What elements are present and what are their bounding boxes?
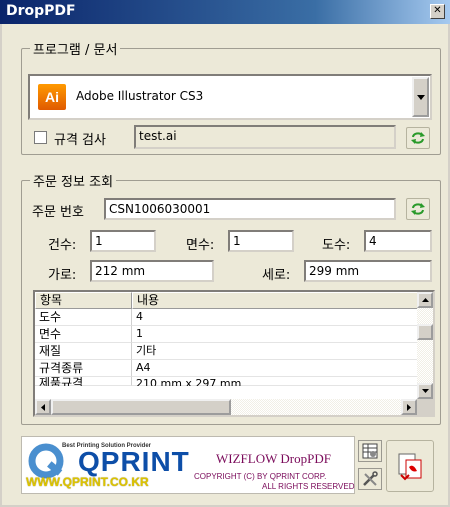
refresh-file-button[interactable] — [406, 127, 430, 149]
scroll-right-button[interactable] — [401, 399, 417, 415]
product-name: WIZFLOW DropPDF — [216, 451, 331, 466]
vertical-scroll-thumb[interactable] — [417, 324, 433, 340]
colors-field[interactable]: 4 — [364, 230, 432, 252]
scroll-down-button[interactable] — [417, 383, 433, 399]
refresh-icon — [411, 203, 425, 215]
grid-header-value[interactable]: 내용 — [132, 292, 419, 309]
tools-button[interactable] — [358, 468, 382, 490]
order-number-input[interactable]: CSN1006030001 — [104, 198, 396, 220]
grid-cell-item: 도수 — [35, 309, 132, 326]
sides-field[interactable]: 1 — [228, 230, 294, 252]
grid-cell-value: 1 — [132, 326, 422, 343]
horizontal-scroll-thumb[interactable] — [51, 399, 231, 415]
count-label: 건수: — [48, 238, 77, 253]
dropdown-arrow-icon — [416, 94, 425, 100]
title-bar: DropPDF ✕ — [0, 0, 450, 24]
scrollbar-corner — [417, 399, 433, 415]
copyright-line-2: ALL RIGHTS RESERVED — [262, 482, 355, 491]
grid-cell-item: 제품규격 — [35, 377, 132, 386]
grid-horizontal-scrollbar[interactable] — [35, 399, 417, 415]
table-settings-button[interactable] — [358, 440, 382, 462]
height-label: 세로: — [262, 268, 291, 283]
grid-cell-value: A4 — [132, 360, 422, 377]
convert-pdf-button[interactable] — [386, 440, 434, 492]
pdf-convert-icon — [398, 453, 422, 481]
program-select[interactable]: Ai Adobe Illustrator CS3 — [28, 74, 432, 120]
grid-vertical-scrollbar[interactable] — [417, 292, 433, 399]
program-select-value: Adobe Illustrator CS3 — [76, 89, 204, 103]
refresh-order-button[interactable] — [406, 198, 430, 220]
tools-icon — [363, 471, 378, 486]
branding-panel: Best Printing Solution Provider QPRINT W… — [21, 436, 355, 494]
table-row[interactable]: 도수 4 — [35, 309, 422, 326]
grid-cell-item: 면수 — [35, 326, 132, 343]
spec-check-label: 규격 검사 — [54, 133, 106, 148]
arrow-left-icon — [41, 403, 45, 411]
table-row[interactable]: 면수 1 — [35, 326, 422, 343]
table-row[interactable]: 재질 기타 — [35, 343, 422, 360]
window-title: DropPDF — [6, 3, 76, 19]
copyright-line-1: COPYRIGHT (C) BY QPRINT CORP. — [194, 472, 327, 481]
width-label: 가로: — [48, 268, 77, 283]
table-row[interactable]: 규격종류 A4 — [35, 360, 422, 377]
refresh-icon — [411, 132, 425, 144]
colors-label: 도수: — [322, 238, 351, 253]
height-field[interactable]: 299 mm — [304, 260, 432, 282]
table-row[interactable]: 제품규격 210 mm x 297 mm — [35, 377, 422, 386]
sides-label: 면수: — [186, 238, 215, 253]
program-dropdown-button[interactable] — [412, 77, 429, 117]
order-group-legend: 주문 정보 조회 — [30, 171, 117, 190]
grid-cell-item: 재질 — [35, 343, 132, 360]
arrow-up-icon — [421, 298, 429, 302]
width-field[interactable]: 212 mm — [90, 260, 214, 282]
grid-cell-value: 210 mm x 297 mm — [132, 377, 422, 386]
brand-name: QPRINT — [78, 446, 190, 477]
grid-cell-item: 규격종류 — [35, 360, 132, 377]
illustrator-app-icon: Ai — [38, 84, 66, 110]
brand-url[interactable]: WWW.QPRINT.CO.KR — [26, 475, 149, 489]
table-settings-icon — [362, 443, 378, 459]
grid-cell-value: 기타 — [132, 343, 422, 360]
grid-cell-value: 4 — [132, 309, 422, 326]
spec-check-checkbox[interactable] — [34, 131, 47, 144]
order-detail-grid[interactable]: 항목 내용 도수 4 면수 1 재질 기타 규격종류 A4 제품규격 210 m… — [33, 290, 435, 417]
arrow-down-icon — [421, 389, 429, 393]
program-group-legend: 프로그램 / 문서 — [30, 39, 121, 58]
filename-field[interactable]: test.ai — [134, 125, 396, 149]
grid-header: 항목 내용 — [35, 292, 419, 309]
close-icon[interactable]: ✕ — [430, 4, 445, 19]
scroll-up-button[interactable] — [417, 292, 433, 308]
count-field[interactable]: 1 — [90, 230, 156, 252]
scroll-left-button[interactable] — [35, 399, 51, 415]
order-number-label: 주문 번호 — [32, 205, 84, 220]
grid-header-item[interactable]: 항목 — [35, 292, 132, 309]
arrow-right-icon — [407, 403, 411, 411]
